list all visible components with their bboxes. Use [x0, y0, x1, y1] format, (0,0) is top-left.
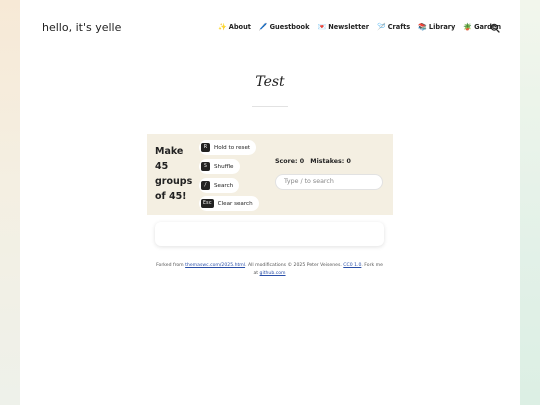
page-title: Test — [255, 74, 285, 90]
key-badge: S — [201, 162, 210, 171]
sparkles-icon: ✨ — [218, 23, 227, 31]
footer-link-license[interactable]: CC0 1.0 — [343, 263, 361, 268]
shortcut-clear-search[interactable]: Esc Clear search — [199, 196, 259, 211]
game-instruction: Make 45 groups of 45! — [155, 144, 195, 204]
score-status: Score: 0 Mistakes: 0 — [275, 158, 351, 165]
footer-text: Forked from — [156, 263, 186, 268]
shortcut-pill[interactable]: R Hold to reset — [199, 140, 257, 155]
footer-link-github[interactable]: github.com — [260, 271, 286, 276]
nav-item-newsletter[interactable]: 💌 Newsletter — [317, 23, 369, 31]
score-value: 0 — [299, 158, 305, 165]
instruction-line: 45 — [155, 161, 169, 172]
score-label: Score: — [275, 158, 298, 165]
instruction-line: groups — [155, 176, 193, 187]
key-badge: Esc — [201, 199, 214, 208]
shortcut-pill[interactable]: S Shuffle — [199, 159, 240, 174]
shortcut-pill[interactable]: / Search — [199, 178, 240, 193]
shortcut-label: Hold to reset — [214, 144, 251, 151]
shortcut-label: Search — [214, 182, 234, 189]
site-title[interactable]: hello, it's yelle — [42, 21, 121, 34]
search-icon[interactable] — [490, 23, 500, 33]
nav-item-label: Guestbook — [269, 23, 310, 31]
mistakes-label: Mistakes: — [310, 158, 345, 165]
main-nav: ✨ About 🖊️ Guestbook 💌 Newsletter 🪡 Craf… — [218, 23, 509, 31]
instruction-line: of 45! — [155, 191, 187, 202]
books-icon: 📚 — [418, 23, 427, 31]
sewing-needle-icon: 🪡 — [376, 23, 386, 31]
nav-item-about[interactable]: ✨ About — [218, 23, 251, 31]
potted-plant-icon: 🪴 — [463, 23, 473, 31]
nav-item-label: Newsletter — [328, 23, 369, 31]
instruction-line: Make — [155, 146, 184, 157]
shortcut-search[interactable]: / Search — [199, 178, 240, 193]
nav-item-guestbook[interactable]: 🖊️ Guestbook — [259, 23, 310, 31]
love-letter-icon: 💌 — [317, 23, 327, 31]
word-search-input[interactable]: Type / to search — [275, 174, 383, 190]
game-panel: Make 45 groups of 45! R Hold to reset S … — [147, 134, 393, 215]
shortcut-reset[interactable]: R Hold to reset — [199, 140, 257, 155]
right-background-strip — [520, 0, 540, 405]
shortcut-label: Clear search — [217, 200, 253, 207]
shortcut-label: Shuffle — [214, 163, 234, 170]
shortcut-pill[interactable]: Esc Clear search — [199, 196, 259, 211]
key-badge: / — [201, 181, 210, 190]
mistakes-value: 0 — [346, 158, 351, 165]
shortcut-shuffle[interactable]: S Shuffle — [199, 159, 240, 174]
footer: Forked from themaswc.com/2025.html. All … — [155, 262, 384, 278]
title-divider — [252, 106, 288, 107]
nav-item-label: Library — [428, 23, 456, 31]
groups-card — [155, 222, 384, 246]
key-badge: R — [201, 143, 210, 152]
footer-text: . All modifications © 2025 Peter Veisene… — [245, 263, 344, 268]
nav-item-library[interactable]: 📚 Library — [418, 23, 455, 31]
nav-item-label: Crafts — [387, 23, 411, 31]
page-container: hello, it's yelle ✨ About 🖊️ Guestbook 💌… — [20, 0, 520, 405]
pen-icon: 🖊️ — [258, 23, 268, 31]
nav-item-label: About — [228, 23, 251, 31]
footer-link-fork-source[interactable]: themaswc.com/2025.html — [185, 263, 245, 268]
nav-item-crafts[interactable]: 🪡 Crafts — [377, 23, 410, 31]
